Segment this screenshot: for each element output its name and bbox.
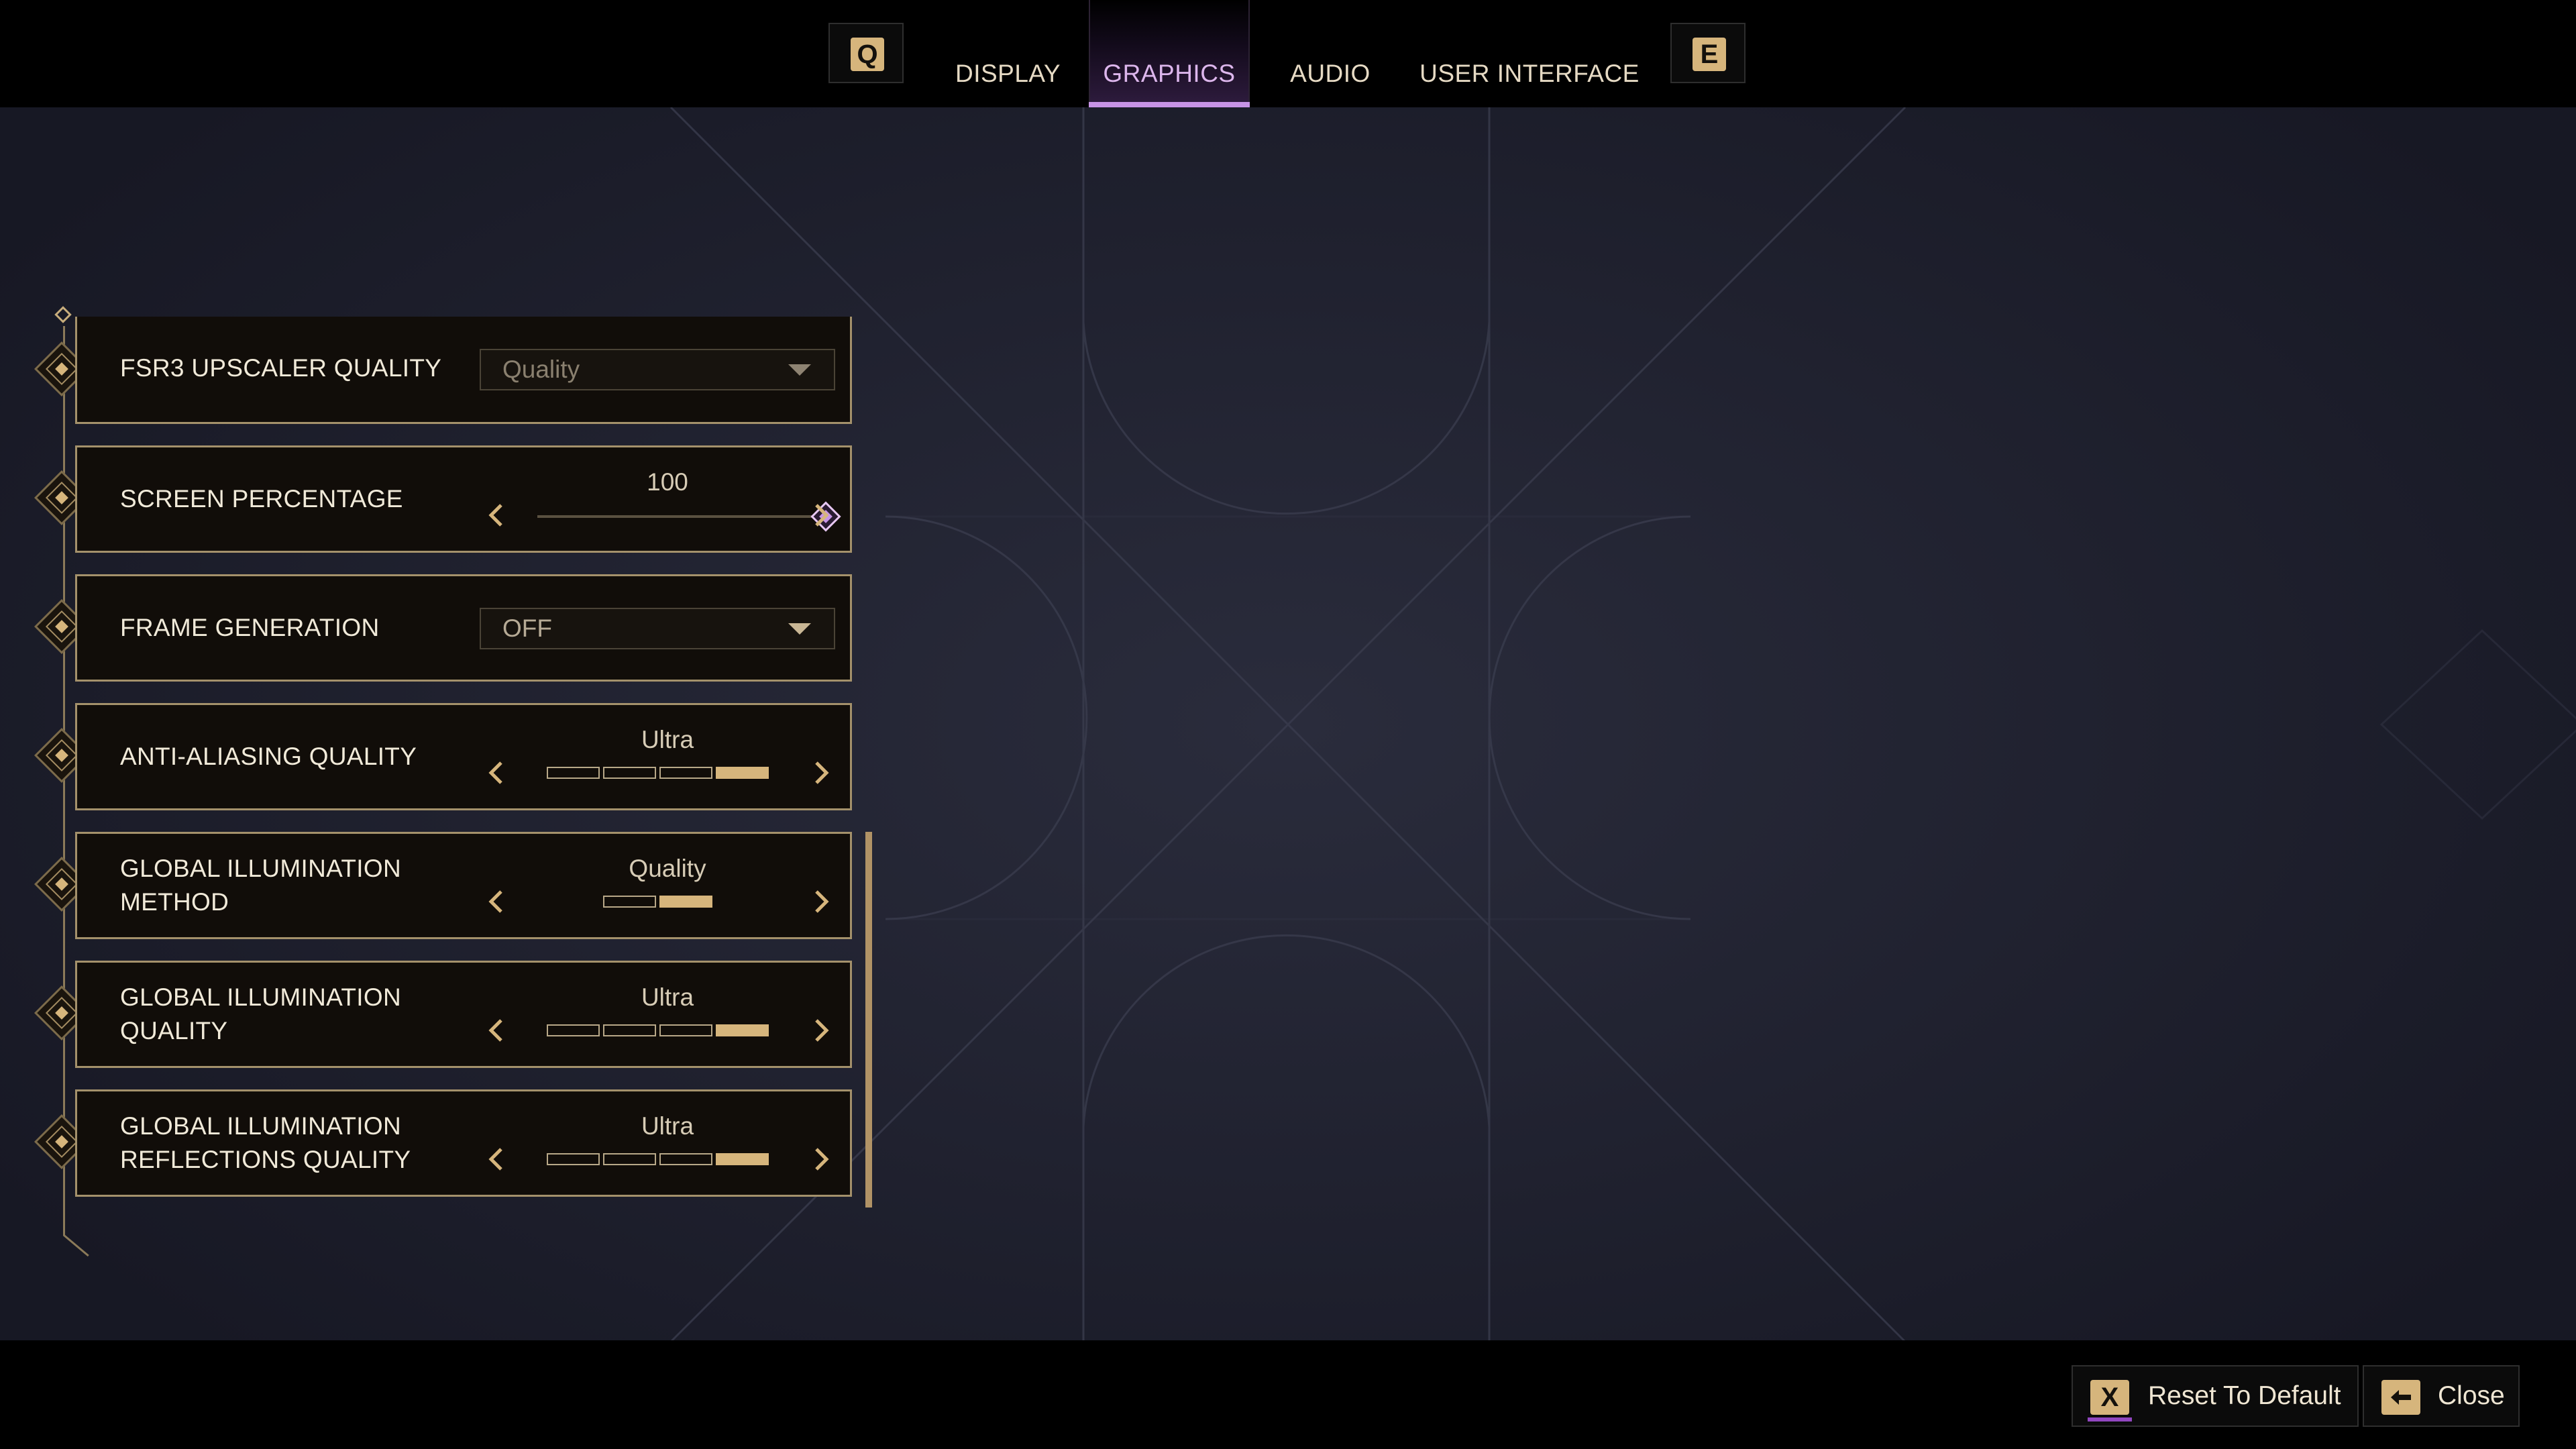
chevron-right-icon[interactable] — [806, 888, 835, 916]
level-indicator — [547, 1024, 769, 1036]
stepper-value: Ultra — [641, 983, 694, 1011]
level-segment — [547, 1024, 600, 1036]
chevron-left-icon[interactable] — [483, 888, 511, 916]
tab-label: DISPLAY — [955, 60, 1061, 87]
close-button[interactable]: Close — [2363, 1365, 2520, 1427]
setting-label: GLOBAL ILLUMINATION METHOD — [120, 855, 401, 916]
back-arrow-icon — [2381, 1380, 2420, 1415]
level-segment — [547, 1153, 600, 1165]
chevron-down-icon — [788, 623, 811, 635]
tab-user-interface[interactable]: USER INTERFACE — [1415, 0, 1644, 107]
tab-label: GRAPHICS — [1103, 60, 1236, 87]
frame-generation-dropdown[interactable]: OFF — [480, 608, 835, 649]
setting-row-gi-reflections-quality[interactable]: GLOBAL ILLUMINATION REFLECTIONS QUALITY U… — [75, 1089, 852, 1197]
chevron-right-icon[interactable] — [806, 501, 835, 529]
tab-label: USER INTERFACE — [1419, 60, 1640, 87]
level-segment — [547, 767, 600, 779]
chevron-left-icon[interactable] — [483, 759, 511, 787]
setting-label: GLOBAL ILLUMINATION REFLECTIONS QUALITY — [120, 1112, 411, 1173]
level-indicator — [603, 896, 712, 908]
chevron-left-icon[interactable] — [483, 1145, 511, 1173]
stepper-value: Ultra — [641, 1112, 694, 1140]
level-segment — [603, 1024, 656, 1036]
setting-row-fsr3-upscaler-quality[interactable]: FSR3 UPSCALER QUALITY Quality — [75, 317, 852, 424]
active-tab-indicator — [1089, 102, 1250, 107]
reset-to-default-button[interactable]: X Reset To Default — [2072, 1365, 2359, 1427]
level-segment — [659, 1153, 712, 1165]
setting-row-screen-percentage[interactable]: SCREEN PERCENTAGE 100 — [75, 445, 852, 553]
next-tab-button[interactable]: E — [1670, 23, 1746, 83]
chevron-left-icon[interactable] — [483, 1016, 511, 1044]
list-scrollbar[interactable] — [865, 832, 872, 1208]
setting-label: FSR3 UPSCALER QUALITY — [120, 354, 442, 382]
x-key-icon: X — [2090, 1380, 2129, 1415]
key-highlight-bar — [2088, 1417, 2132, 1421]
level-segment — [716, 767, 769, 779]
level-indicator — [547, 1153, 769, 1165]
close-label: Close — [2438, 1381, 2505, 1410]
setting-label: SCREEN PERCENTAGE — [120, 485, 403, 513]
setting-row-anti-aliasing-quality[interactable]: ANTI-ALIASING QUALITY Ultra — [75, 703, 852, 810]
setting-row-frame-generation[interactable]: FRAME GENERATION OFF — [75, 574, 852, 682]
chevron-left-icon[interactable] — [483, 501, 511, 529]
e-key-icon: E — [1693, 38, 1726, 71]
level-segment — [659, 767, 712, 779]
prev-tab-button[interactable]: Q — [828, 23, 904, 83]
level-indicator — [547, 767, 769, 779]
level-segment — [659, 896, 712, 908]
setting-row-gi-method[interactable]: GLOBAL ILLUMINATION METHOD Quality — [75, 832, 852, 939]
tab-audio[interactable]: AUDIO — [1270, 0, 1391, 107]
level-segment — [603, 767, 656, 779]
chevron-right-icon[interactable] — [806, 1145, 835, 1173]
chevron-down-icon — [788, 364, 811, 376]
tab-label: AUDIO — [1290, 60, 1371, 87]
chevron-right-icon[interactable] — [806, 759, 835, 787]
setting-row-gi-quality[interactable]: GLOBAL ILLUMINATION QUALITY Ultra — [75, 961, 852, 1068]
dropdown-value: Quality — [502, 356, 580, 383]
reset-label: Reset To Default — [2148, 1381, 2341, 1410]
dropdown-value: OFF — [502, 614, 552, 642]
level-segment — [603, 1153, 656, 1165]
tab-display[interactable]: DISPLAY — [939, 0, 1077, 107]
slider-value: 100 — [647, 468, 688, 496]
level-segment — [603, 896, 656, 908]
setting-label: FRAME GENERATION — [120, 614, 380, 641]
slider-track[interactable] — [537, 515, 820, 518]
setting-label: ANTI-ALIASING QUALITY — [120, 743, 417, 770]
fsr3-quality-dropdown[interactable]: Quality — [480, 349, 835, 390]
chevron-right-icon[interactable] — [806, 1016, 835, 1044]
setting-label: GLOBAL ILLUMINATION QUALITY — [120, 983, 401, 1044]
stepper-value: Quality — [629, 855, 706, 882]
stepper-value: Ultra — [641, 726, 694, 753]
level-segment — [716, 1153, 769, 1165]
level-segment — [716, 1024, 769, 1036]
level-segment — [659, 1024, 712, 1036]
tab-graphics[interactable]: GRAPHICS — [1089, 0, 1250, 107]
q-key-icon: Q — [851, 38, 884, 71]
